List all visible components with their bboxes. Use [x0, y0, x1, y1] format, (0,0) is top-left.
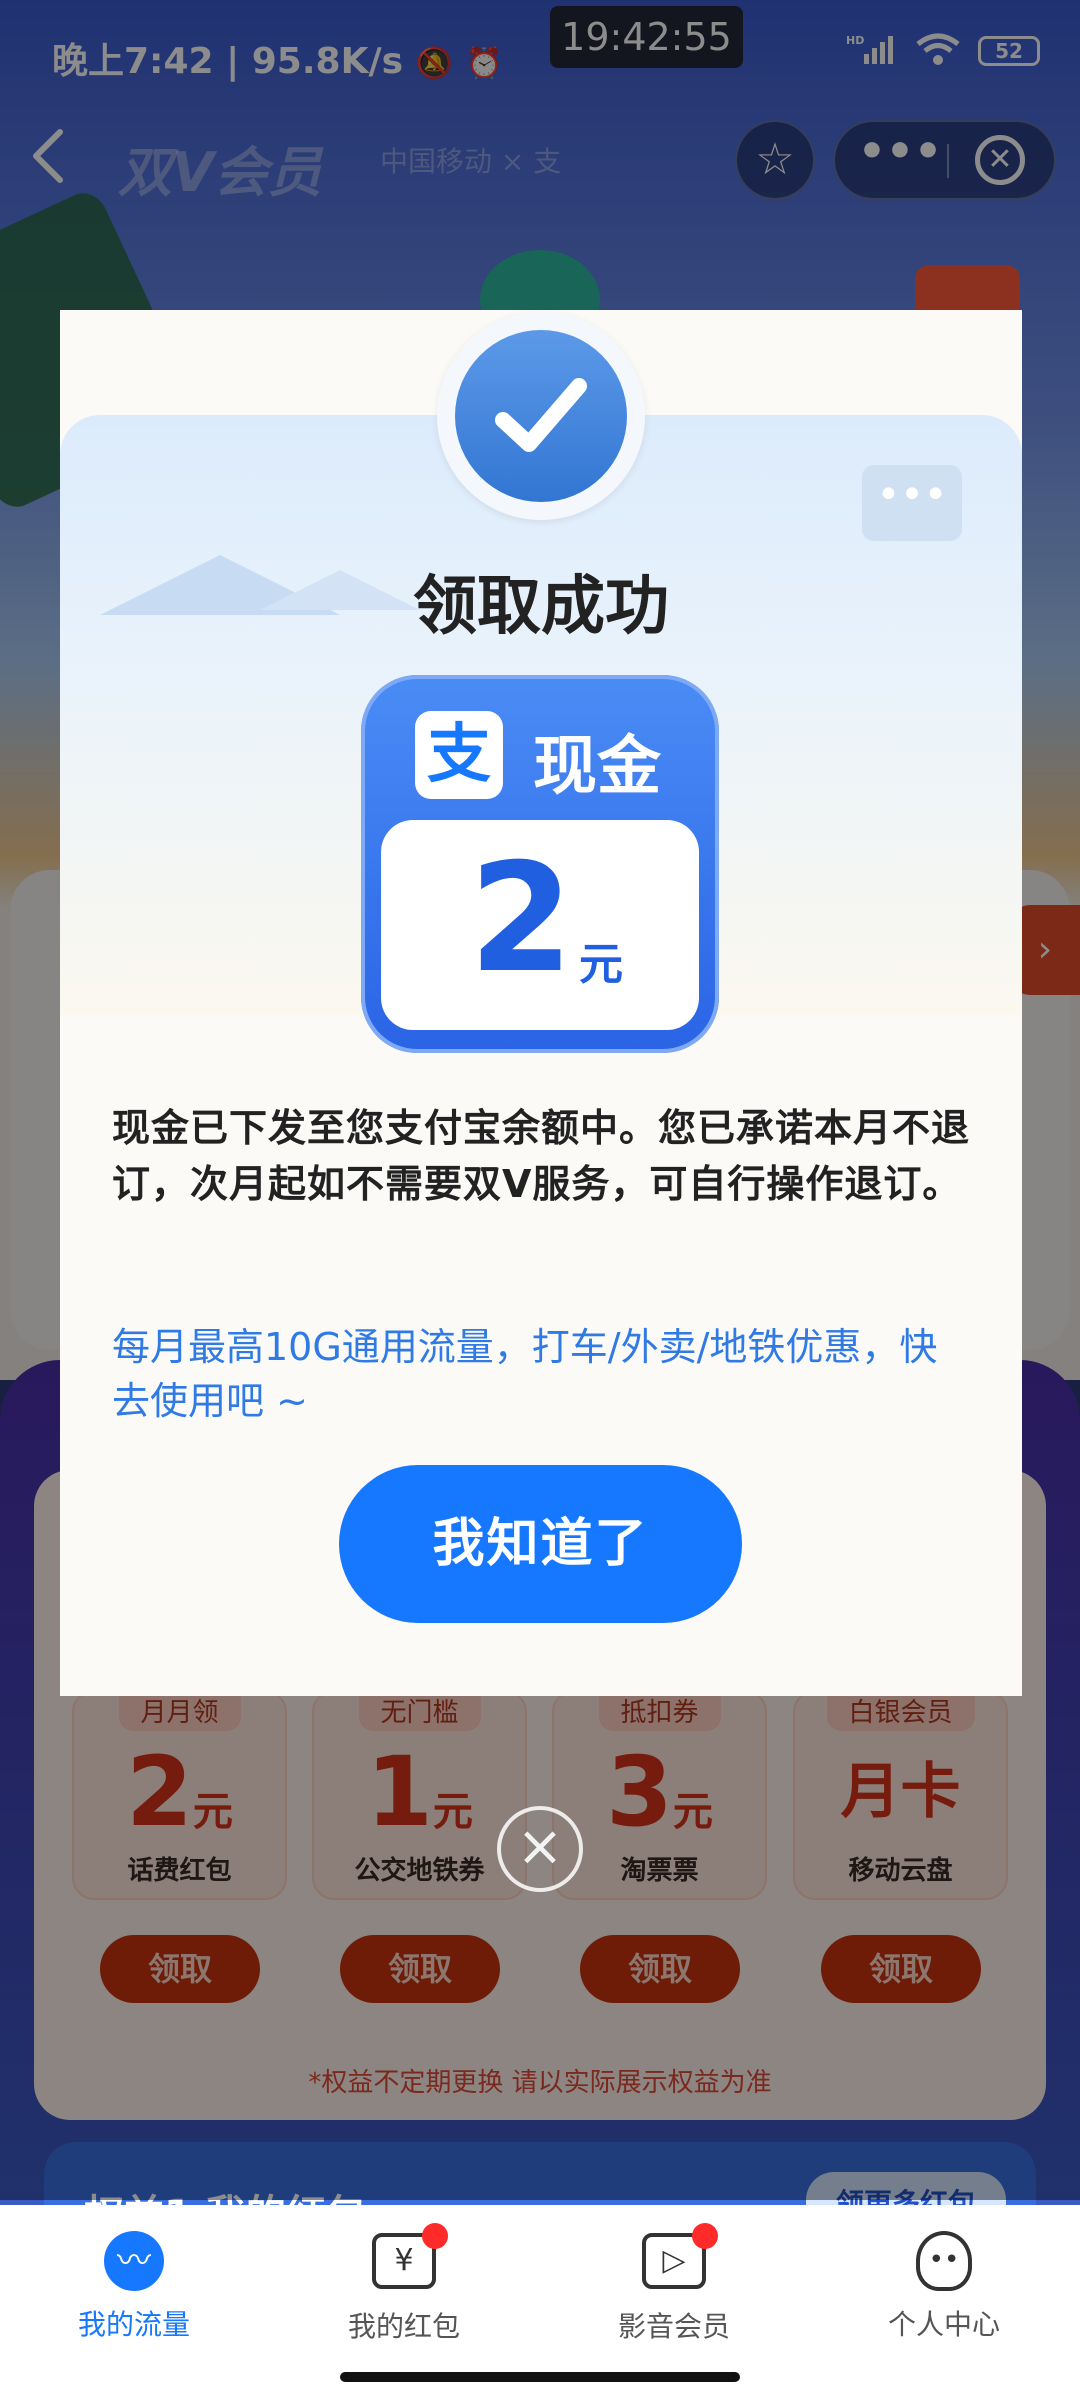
success-check-icon [437, 312, 645, 520]
chat-bubble-icon: ••• [862, 465, 962, 541]
profile-icon-wrap: •• [912, 2231, 976, 2291]
media-icon-wrap: ▷ [642, 2223, 718, 2293]
tab-my-redpacket[interactable]: ¥ 我的红包 [304, 2223, 504, 2351]
dialog-message: 现金已下发至您支付宝余额中。您已承诺本月不退订，次月起如不需要双V服务，可自行操… [112, 1106, 971, 1206]
profile-icon: •• [916, 2231, 972, 2291]
cash-amount-box: 2 元 [381, 820, 699, 1030]
tab-label: 个人中心 [887, 2308, 1000, 2341]
bottom-tab-bar: 〰 我的流量 ¥ 我的红包 ▷ 影音会员 •• 个人中心 [0, 2205, 1080, 2400]
success-dialog: ••• 领取成功 支 现金 2 元 现金已下发至您支付宝余额中。您已承诺本月不退… [60, 310, 1022, 1696]
tab-label: 影音会员 [617, 2310, 730, 2343]
confirm-button[interactable]: 我知道了 [339, 1465, 742, 1623]
traffic-icon-wrap: 〰 [102, 2231, 166, 2291]
redpacket-icon-wrap: ¥ [372, 2223, 448, 2293]
notification-dot [692, 2223, 718, 2249]
dialog-tip: 每月最高10G通用流量，打车/外卖/地铁优惠，快去使用吧 ~ [112, 1325, 938, 1423]
cash-reward-card: 支 现金 2 元 [361, 675, 719, 1053]
alipay-icon: 支 [415, 711, 503, 799]
traffic-icon: 〰 [104, 2231, 164, 2291]
cash-amount: 2 [469, 832, 574, 1006]
notification-dot [422, 2223, 448, 2249]
check-circle [455, 330, 627, 502]
tab-media-member[interactable]: ▷ 影音会员 [574, 2223, 774, 2351]
tab-label: 我的流量 [77, 2308, 190, 2341]
dialog-close-icon[interactable]: × [497, 1806, 583, 1892]
tab-my-traffic[interactable]: 〰 我的流量 [34, 2231, 234, 2351]
cash-unit: 元 [579, 939, 623, 990]
cash-label: 现金 [533, 730, 661, 804]
tab-label: 我的红包 [347, 2310, 460, 2343]
dialog-title: 领取成功 [413, 570, 669, 644]
tab-profile[interactable]: •• 个人中心 [844, 2231, 1044, 2351]
home-indicator[interactable] [340, 2372, 740, 2382]
